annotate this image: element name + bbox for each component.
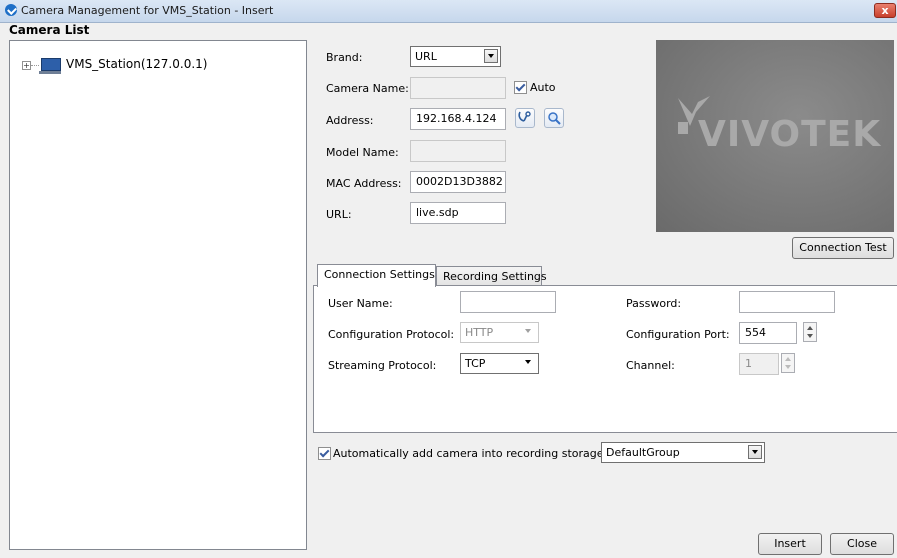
config-port-label: Configuration Port:: [626, 328, 730, 341]
address-field[interactable]: 192.168.4.124: [410, 108, 506, 130]
model-name-label: Model Name:: [326, 146, 399, 159]
auto-add-label: Automatically add camera into recording …: [333, 447, 604, 460]
config-protocol-label: Configuration Protocol:: [328, 328, 455, 341]
camera-name-label: Camera Name:: [326, 82, 409, 95]
url-label: URL:: [326, 208, 352, 221]
recording-group-value: DefaultGroup: [606, 446, 680, 459]
streaming-protocol-select[interactable]: TCP: [460, 353, 539, 374]
network-search-icon: [518, 111, 531, 122]
search-button[interactable]: [544, 108, 564, 128]
window-title: Camera Management for VMS_Station - Inse…: [21, 4, 274, 17]
brand-select[interactable]: URL: [410, 46, 501, 67]
camera-preview: VIVOTEK: [656, 40, 894, 232]
brand-label: Brand:: [326, 51, 363, 64]
channel-spinner[interactable]: [781, 353, 795, 373]
mac-address-label: MAC Address:: [326, 177, 402, 190]
chevron-down-icon[interactable]: [748, 445, 762, 459]
camera-tree[interactable]: + VMS_Station(127.0.0.1): [9, 40, 307, 550]
config-port-field[interactable]: 554: [739, 322, 797, 344]
window-close-button[interactable]: x: [874, 3, 896, 18]
streaming-protocol-label: Streaming Protocol:: [328, 359, 437, 372]
magnifier-icon: [548, 112, 561, 125]
chevron-down-icon[interactable]: [522, 356, 536, 370]
auto-checkbox[interactable]: [514, 81, 527, 94]
camera-list-title: Camera List: [9, 23, 90, 37]
mac-address-field[interactable]: 0002D13D3882: [410, 171, 506, 193]
tab-connection-settings[interactable]: Connection Settings: [317, 264, 436, 287]
connection-test-button[interactable]: Connection Test: [792, 237, 894, 259]
auto-add-checkbox[interactable]: [318, 447, 331, 460]
config-protocol-value: HTTP: [465, 326, 494, 339]
password-label: Password:: [626, 297, 682, 310]
title-bar: Camera Management for VMS_Station - Inse…: [0, 0, 897, 23]
password-field[interactable]: [739, 291, 835, 313]
camera-name-field[interactable]: [410, 77, 506, 99]
chevron-down-icon: [522, 325, 536, 339]
network-search-button[interactable]: [515, 108, 535, 128]
insert-button[interactable]: Insert: [758, 533, 822, 555]
computer-icon: [39, 58, 61, 74]
connection-settings-panel: User Name: Password: Configuration Proto…: [313, 285, 897, 433]
channel-field[interactable]: 1: [739, 353, 779, 375]
app-icon: [5, 4, 17, 16]
expand-icon[interactable]: +: [22, 61, 31, 70]
recording-group-select[interactable]: DefaultGroup: [601, 442, 765, 463]
tab-recording-settings[interactable]: Recording Settings: [436, 266, 547, 287]
chevron-down-icon[interactable]: [484, 49, 498, 63]
vivotek-logo: VIVOTEK: [698, 114, 882, 155]
config-protocol-select[interactable]: HTTP: [460, 322, 539, 343]
user-name-label: User Name:: [328, 297, 393, 310]
tree-node-label[interactable]: VMS_Station(127.0.0.1): [66, 57, 207, 71]
user-name-field[interactable]: [460, 291, 556, 313]
address-label: Address:: [326, 114, 374, 127]
channel-label: Channel:: [626, 359, 675, 372]
close-button[interactable]: Close: [830, 533, 894, 555]
auto-label: Auto: [530, 81, 556, 94]
tree-connector: [31, 65, 39, 66]
model-name-field[interactable]: [410, 140, 506, 162]
brand-value: URL: [415, 50, 437, 63]
streaming-protocol-value: TCP: [465, 357, 486, 370]
config-port-spinner[interactable]: [803, 322, 817, 342]
url-field[interactable]: live.sdp: [410, 202, 506, 224]
